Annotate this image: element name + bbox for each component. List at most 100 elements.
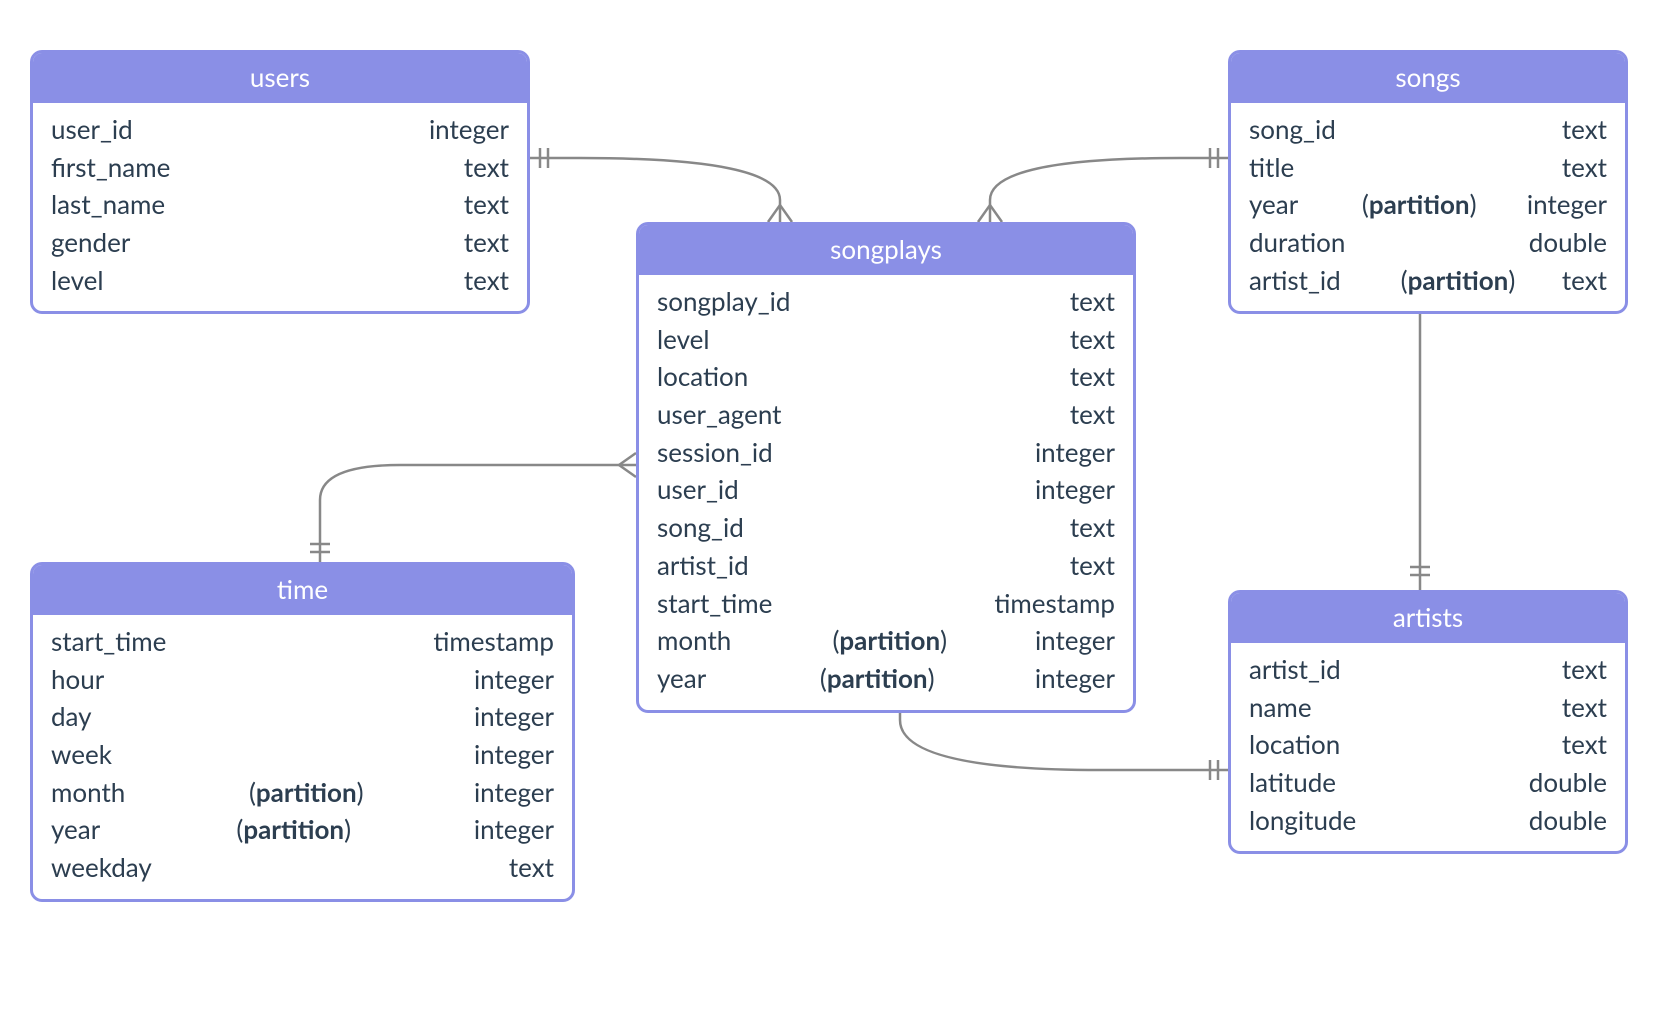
column-type: double	[1529, 224, 1607, 262]
entity-body: artist_idtextnametextlocationtextlatitud…	[1231, 643, 1625, 851]
column-row: artist_id text	[1249, 651, 1607, 689]
entity-body: songplay_idtextleveltextlocationtextuser…	[639, 275, 1133, 710]
entity-songs: songssong_idtexttitletextyear (partition…	[1228, 50, 1628, 314]
column-type: integer	[1035, 660, 1115, 698]
column-type: text	[1070, 283, 1115, 321]
entity-time: timestart_timetimestamphourintegerdayint…	[30, 562, 575, 902]
column-type: text	[1070, 509, 1115, 547]
entity-title: users	[33, 53, 527, 103]
column-type: text	[1070, 358, 1115, 396]
column-name: last_name	[51, 186, 165, 224]
column-row: locationtext	[657, 358, 1115, 396]
column-name: artist_id	[1249, 262, 1341, 300]
column-name: month	[51, 774, 125, 812]
entity-title: songs	[1231, 53, 1625, 103]
column-type: text	[1562, 651, 1607, 689]
column-type: text	[1562, 726, 1607, 764]
column-name: artist_id	[657, 547, 749, 585]
column-row: month (partition)integer	[51, 774, 554, 812]
partition-label: (partition)	[1349, 186, 1477, 224]
column-name: name	[1249, 689, 1312, 727]
partition-label: (partition)	[223, 811, 351, 849]
column-name: artist_id	[1249, 651, 1341, 689]
column-type: integer	[474, 736, 554, 774]
column-type: integer	[1035, 471, 1115, 509]
column-row: week integer	[51, 736, 554, 774]
column-type: integer	[474, 698, 554, 736]
column-name: level	[51, 262, 104, 300]
column-name: start_time	[657, 585, 772, 623]
column-row: hourinteger	[51, 661, 554, 699]
column-type: integer	[1527, 186, 1607, 224]
column-type: text	[1562, 111, 1607, 149]
column-name: gender	[51, 224, 130, 262]
partition-label: (partition)	[807, 660, 935, 698]
entity-body: start_timetimestamphourintegerdayinteger…	[33, 615, 572, 899]
column-row: nametext	[1249, 689, 1607, 727]
column-name: week	[51, 736, 112, 774]
partition-label: (partition)	[1387, 262, 1515, 300]
column-name: month	[657, 622, 731, 660]
column-name: duration	[1249, 224, 1345, 262]
column-name: user_id	[657, 471, 739, 509]
er-diagram-canvas: usersuser_idintegerfirst_nametextlast_na…	[0, 0, 1660, 1034]
column-type: integer	[1035, 622, 1115, 660]
column-row: location text	[1249, 726, 1607, 764]
entity-users: usersuser_idintegerfirst_nametextlast_na…	[30, 50, 530, 314]
entity-title: songplays	[639, 225, 1133, 275]
column-row: user_id integer	[51, 111, 509, 149]
column-row: leveltext	[657, 321, 1115, 359]
column-type: text	[464, 186, 509, 224]
column-name: songplay_id	[657, 283, 790, 321]
column-name: user_id	[51, 111, 133, 149]
column-row: year (partition) integer	[1249, 186, 1607, 224]
entity-body: user_id integerfirst_nametextlast_name tex…	[33, 103, 527, 311]
column-name: longitude	[1249, 802, 1356, 840]
column-row: year (partition)integer	[657, 660, 1115, 698]
column-type: text	[1070, 547, 1115, 585]
column-name: day	[51, 698, 92, 736]
entity-body: song_idtexttitletextyear (partition)inte…	[1231, 103, 1625, 311]
column-row: start_time timestamp	[657, 585, 1115, 623]
column-type: text	[1562, 149, 1607, 187]
column-name: start_time	[51, 623, 166, 661]
column-name: year	[1249, 186, 1298, 224]
column-name: song_id	[1249, 111, 1336, 149]
column-row: month (partition) integer	[657, 622, 1115, 660]
column-type: integer	[474, 774, 554, 812]
column-type: double	[1529, 764, 1607, 802]
column-row: longitudedouble	[1249, 802, 1607, 840]
partition-label: (partition)	[819, 622, 947, 660]
column-row: title text	[1249, 149, 1607, 187]
column-row: session_id integer	[657, 434, 1115, 472]
entity-title: artists	[1231, 593, 1625, 643]
column-row: day integer	[51, 698, 554, 736]
entity-artists: artistsartist_idtextnametextlocationtext…	[1228, 590, 1628, 854]
column-name: user_agent	[657, 396, 782, 434]
column-type: timestamp	[994, 585, 1115, 623]
column-row: last_name text	[51, 186, 509, 224]
column-row: songplay_id text	[657, 283, 1115, 321]
column-row: leveltext	[51, 262, 509, 300]
column-name: location	[1249, 726, 1340, 764]
column-row: year (partition) integer	[51, 811, 554, 849]
column-type: integer	[474, 811, 554, 849]
column-name: first_name	[51, 149, 170, 187]
column-row: artist_id (partition) text	[1249, 262, 1607, 300]
column-type: integer	[429, 111, 509, 149]
column-row: first_nametext	[51, 149, 509, 187]
column-row: weekdaytext	[51, 849, 554, 887]
column-type: integer	[1035, 434, 1115, 472]
column-name: title	[1249, 149, 1294, 187]
column-name: year	[51, 811, 100, 849]
column-name: latitude	[1249, 764, 1336, 802]
column-type: text	[509, 849, 554, 887]
column-name: session_id	[657, 434, 773, 472]
column-row: user_agent text	[657, 396, 1115, 434]
column-row: song_id text	[1249, 111, 1607, 149]
column-name: song_id	[657, 509, 744, 547]
column-type: text	[1070, 396, 1115, 434]
column-type: text	[1562, 262, 1607, 300]
column-name: level	[657, 321, 710, 359]
column-type: integer	[474, 661, 554, 699]
